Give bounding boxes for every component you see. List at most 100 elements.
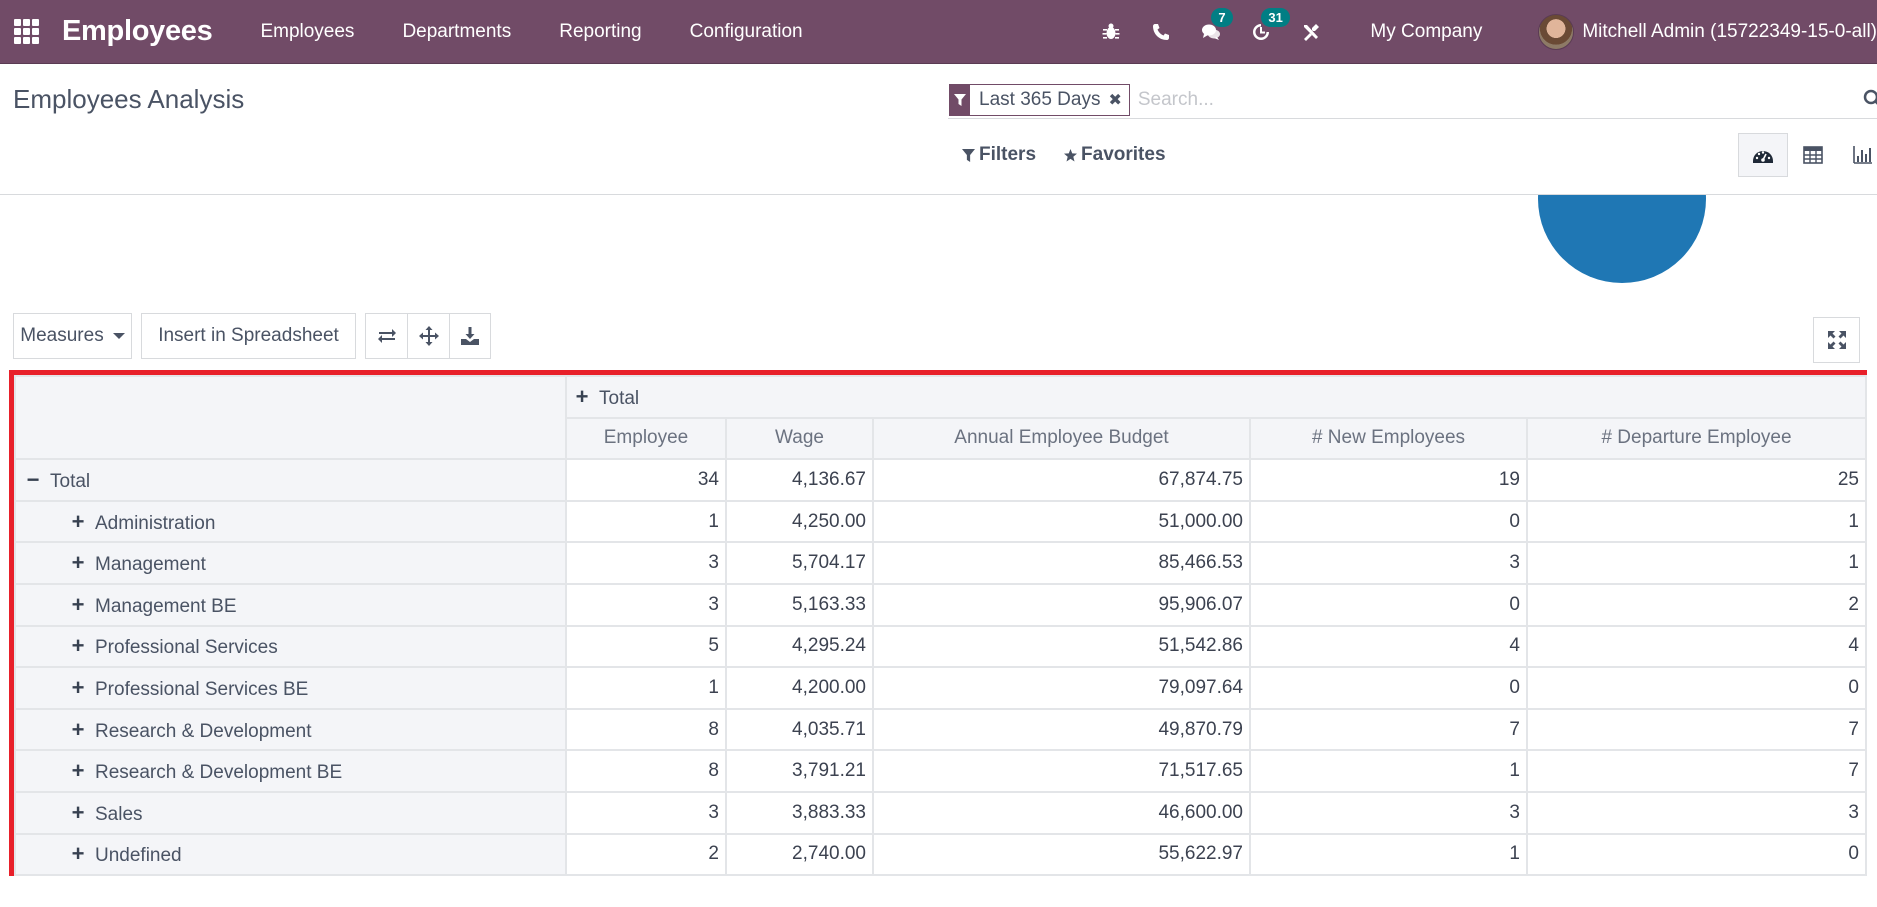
pivot-cell[interactable]: 2,740.00 [725,832,874,877]
row-header[interactable]: + Sales [14,790,567,835]
pivot-cell[interactable]: 0 [1249,582,1528,627]
pivot-cell[interactable]: 1 [1526,541,1867,585]
pivot-cell[interactable]: 7 [1526,707,1867,752]
measures-label: Measures [20,325,104,346]
view-graph-button[interactable] [1738,133,1788,177]
pivot-cell[interactable]: 95,906.07 [872,582,1251,627]
pivot-cell[interactable]: 55,622.97 [872,832,1251,877]
view-bar-chart-button[interactable] [1838,133,1877,177]
pivot-cell[interactable]: 49,870.79 [872,707,1251,752]
row-header[interactable]: + Management [14,541,567,585]
pivot-cell[interactable]: 1 [1249,749,1528,793]
activities-clock-icon[interactable]: 31 [1249,8,1290,44]
filters-button[interactable]: Filters [962,144,1036,166]
search-input[interactable] [1137,88,1838,111]
pivot-row: + Research & Development BE 8 3,791.21 71,51… [14,749,1867,793]
expand-all-button[interactable] [407,313,449,359]
pivot-cell[interactable]: 3,791.21 [725,749,874,793]
pivot-cell[interactable]: 19 [1249,458,1528,502]
search-options: Filters Favorites [962,144,1194,166]
pivot-cell[interactable]: 4,136.67 [725,458,874,502]
column-group-label: Total [599,387,640,409]
pivot-cell[interactable]: 3 [565,790,727,835]
pivot-cell[interactable]: 3 [1249,541,1528,585]
app-brand[interactable]: Employees [62,15,213,48]
row-header[interactable]: + Management BE [14,582,567,627]
pivot-cell[interactable]: 8 [565,707,727,752]
menu-departments[interactable]: Departments [402,21,511,43]
star-icon [1064,148,1078,161]
measure-header[interactable]: Annual Employee Budget [872,416,1251,461]
company-switcher[interactable]: My Company [1370,21,1482,43]
row-header[interactable]: + Professional Services [14,624,567,669]
messages-icon[interactable]: 7 [1199,8,1233,44]
pivot-cell[interactable]: 79,097.64 [872,666,1251,710]
pivot-cell[interactable]: 5,163.33 [725,582,874,627]
pivot-cell[interactable]: 71,517.65 [872,749,1251,793]
debug-bug-icon[interactable] [1099,20,1123,44]
flip-axis-button[interactable] [365,313,407,359]
row-header[interactable]: + Research & Development BE [14,749,567,793]
pivot-cell[interactable]: 4,295.24 [725,624,874,669]
pivot-cell[interactable]: 1 [565,499,727,544]
pivot-cell[interactable]: 2 [1526,582,1867,627]
pivot-cell[interactable]: 51,542.86 [872,624,1251,669]
row-header[interactable]: + Administration [14,499,567,544]
pivot-cell[interactable]: 1 [1526,499,1867,544]
pivot-cell[interactable]: 0 [1249,666,1528,710]
pivot-cell[interactable]: 4,035.71 [725,707,874,752]
menu-configuration[interactable]: Configuration [690,21,803,43]
measure-header[interactable]: Employee [565,416,727,461]
favorites-button[interactable]: Favorites [1064,144,1166,166]
pivot-cell[interactable]: 34 [565,458,727,502]
pivot-cell[interactable]: 3 [565,541,727,585]
pivot-cell[interactable]: 51,000.00 [872,499,1251,544]
facet-remove-icon[interactable]: ✖ [1108,85,1128,115]
insert-spreadsheet-button[interactable]: Insert in Spreadsheet [141,313,356,359]
pivot-cell[interactable]: 3 [1249,790,1528,835]
pivot-cell[interactable]: 3 [1526,790,1867,835]
row-header[interactable]: + Professional Services BE [14,666,567,710]
pivot-cell[interactable]: 3,883.33 [725,790,874,835]
view-pivot-button[interactable] [1788,133,1838,177]
pivot-cell[interactable]: 7 [1526,749,1867,793]
user-menu[interactable]: Mitchell Admin (15722349-15-0-all) [1538,14,1877,50]
pivot-cell[interactable]: 4,250.00 [725,499,874,544]
plus-icon: + [71,674,85,700]
pivot-cell[interactable]: 4,200.00 [725,666,874,710]
pivot-cell[interactable]: 1 [1249,832,1528,877]
pivot-cell[interactable]: 0 [1526,832,1867,877]
measure-header[interactable]: # New Employees [1249,416,1528,461]
pivot-cell[interactable]: 7 [1249,707,1528,752]
tools-icon[interactable] [1299,20,1323,44]
fullscreen-button[interactable] [1813,317,1860,363]
pivot-cell[interactable]: 4 [1526,624,1867,669]
download-button[interactable] [449,313,491,359]
row-header[interactable]: − Total [14,458,567,502]
measures-dropdown[interactable]: Measures [13,313,132,359]
pivot-cell[interactable]: 4 [1249,624,1528,669]
pivot-cell[interactable]: 67,874.75 [872,458,1251,502]
pivot-cell[interactable]: 8 [565,749,727,793]
pivot-cell[interactable]: 1 [565,666,727,710]
pivot-cell[interactable]: 46,600.00 [872,790,1251,835]
measure-header[interactable]: # Departure Employee [1526,416,1867,461]
menu-reporting[interactable]: Reporting [559,21,641,43]
menu-employees[interactable]: Employees [260,21,354,43]
search-icon[interactable] [1863,89,1877,109]
pivot-cell[interactable]: 2 [565,832,727,877]
pivot-cell[interactable]: 25 [1526,458,1867,502]
pivot-cell[interactable]: 5,704.17 [725,541,874,585]
column-header-total[interactable]: + Total [565,375,1867,419]
table-grid-icon [1803,146,1823,164]
phone-icon[interactable] [1149,20,1173,44]
apps-menu-icon[interactable] [12,18,40,46]
pivot-cell[interactable]: 5 [565,624,727,669]
pivot-cell[interactable]: 0 [1249,499,1528,544]
row-header[interactable]: + Research & Development [14,707,567,752]
pivot-cell[interactable]: 85,466.53 [872,541,1251,585]
pivot-cell[interactable]: 0 [1526,666,1867,710]
pivot-cell[interactable]: 3 [565,582,727,627]
row-header[interactable]: + Undefined [14,832,567,877]
measure-header[interactable]: Wage [725,416,874,461]
